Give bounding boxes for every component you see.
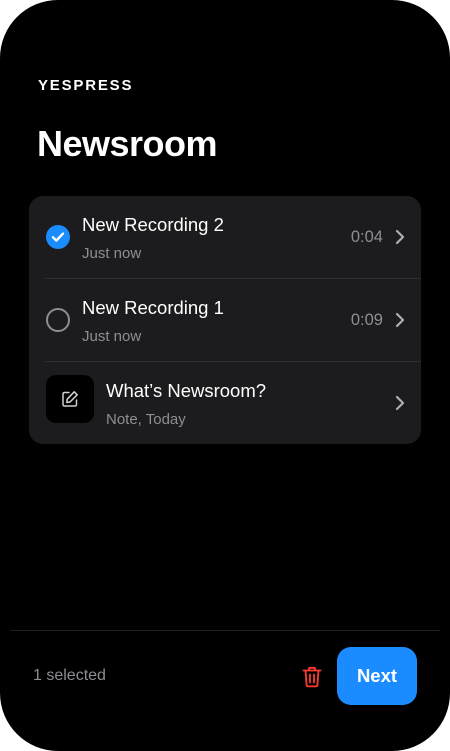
chevron-right-icon <box>395 229 405 245</box>
list-item-note[interactable]: What’s Newsroom? Note, Today <box>29 362 421 444</box>
list-item-subtitle: Just now <box>82 245 142 262</box>
list-item-title: New Recording 1 <box>82 297 224 318</box>
empty-circle-icon[interactable] <box>46 308 70 332</box>
next-button[interactable]: Next <box>337 647 417 705</box>
brand-label: YESPRESS <box>38 77 134 94</box>
chevron-right-icon <box>395 312 405 328</box>
footer-divider <box>10 630 440 631</box>
list-item-subtitle: Just now <box>82 328 142 345</box>
note-thumbnail <box>46 375 94 423</box>
duration-label: 0:09 <box>350 311 383 329</box>
trash-icon <box>302 666 322 688</box>
list-item-recording-1[interactable]: New Recording 1 Just now 0:09 <box>29 279 421 362</box>
selection-count: 1 selected <box>33 667 106 684</box>
recordings-list: New Recording 2 Just now 0:04 New Record… <box>29 196 421 444</box>
list-item-subtitle: Note, Today <box>106 411 186 428</box>
duration-label: 0:04 <box>350 228 383 246</box>
list-item-title: New Recording 2 <box>82 214 224 235</box>
page-title: Newsroom <box>37 123 218 164</box>
list-item-recording-2[interactable]: New Recording 2 Just now 0:04 <box>29 196 421 279</box>
list-item-title: What’s Newsroom? <box>106 380 267 401</box>
edit-note-icon <box>62 391 78 407</box>
app-screen: YESPRESS Newsroom New Recording 2 Just n… <box>0 0 450 751</box>
chevron-right-icon <box>395 395 405 411</box>
checkmark-circle-icon[interactable] <box>46 225 70 249</box>
delete-button[interactable] <box>298 663 326 691</box>
